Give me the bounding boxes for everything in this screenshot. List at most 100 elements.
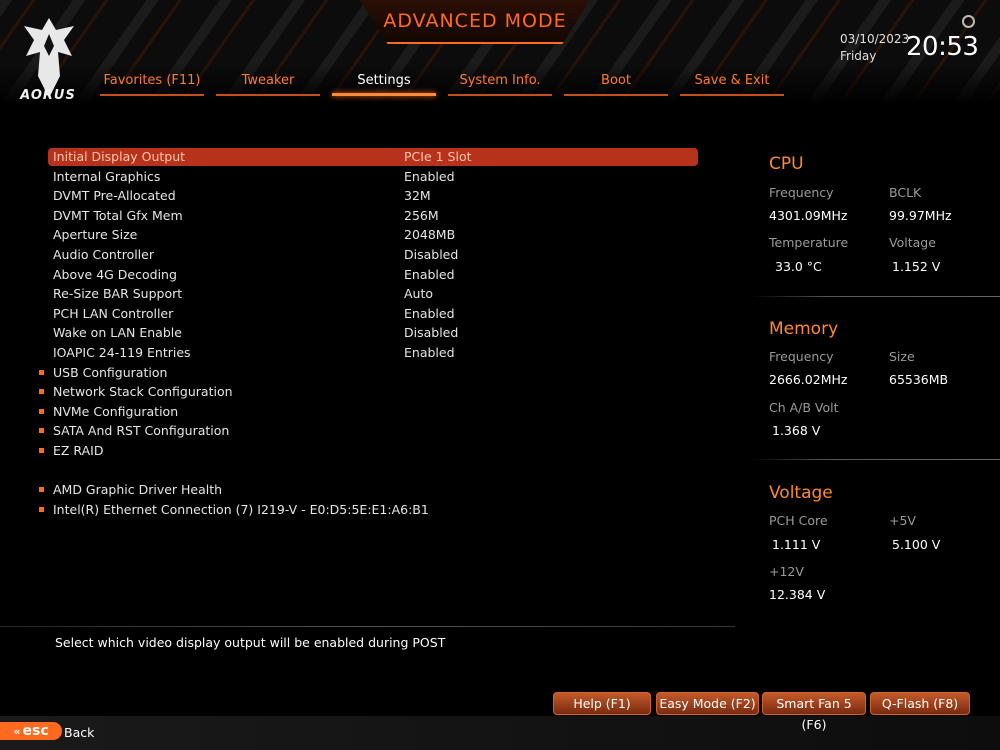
gear-icon[interactable]	[962, 15, 975, 28]
submenu-bullet-icon	[39, 506, 44, 512]
setting-label: Audio Controller	[53, 247, 154, 262]
mode-title: ADVANCED MODE	[383, 10, 567, 32]
cpu-voltage-label: Voltage	[889, 235, 936, 250]
setting-label: Initial Display Output	[53, 149, 186, 164]
cpu-frequency-label: Frequency	[769, 185, 834, 200]
panel-divider	[752, 296, 1000, 297]
tab-boot[interactable]: Boot	[564, 70, 668, 96]
submenu-bullet-icon	[39, 389, 44, 395]
smart-fan-button[interactable]: Smart Fan 5 (F6)	[762, 692, 866, 732]
submenu-intel-ethernet[interactable]: Intel(R) Ethernet Connection (7) I219-V …	[39, 501, 698, 519]
setting-value: Auto	[404, 286, 434, 302]
setting-ioapic-entries[interactable]: IOAPIC 24-119 Entries Enabled	[48, 344, 698, 362]
setting-label: USB Configuration	[53, 364, 168, 380]
tab-favorites[interactable]: Favorites (F11)	[100, 70, 204, 96]
setting-label: Re-Size BAR Support	[53, 286, 183, 302]
esc-button[interactable]: «esc	[0, 722, 62, 740]
memory-volt-label: Ch A/B Volt	[769, 400, 839, 415]
setting-aperture-size[interactable]: Aperture Size 2048MB	[48, 226, 698, 244]
submenu-nvme-configuration[interactable]: NVMe Configuration	[39, 403, 698, 421]
setting-label: DVMT Total Gfx Mem	[53, 207, 183, 223]
setting-label: Intel(R) Ethernet Connection (7) I219-V …	[53, 501, 429, 517]
setting-label: Wake on LAN Enable	[53, 325, 182, 341]
setting-value: Disabled	[404, 325, 459, 341]
tab-save-exit[interactable]: Save & Exit	[680, 70, 784, 96]
submenu-bullet-icon	[39, 369, 44, 375]
memory-frequency-value: 2666.02MHz	[769, 372, 848, 387]
help-divider	[0, 626, 735, 627]
v12-value: 12.384 V	[769, 587, 826, 602]
tab-settings[interactable]: Settings	[332, 70, 436, 96]
setting-resize-bar-support[interactable]: Re-Size BAR Support Auto	[48, 285, 698, 303]
logo-text: AORUS	[20, 88, 76, 103]
submenu-network-stack[interactable]: Network Stack Configuration	[39, 383, 698, 401]
submenu-sata-rst[interactable]: SATA And RST Configuration	[39, 422, 698, 440]
setting-label: DVMT Pre-Allocated	[53, 188, 176, 204]
back-label[interactable]: Back	[64, 725, 94, 740]
v5-label: +5V	[889, 513, 916, 528]
setting-label: Above 4G Decoding	[53, 266, 177, 282]
help-text: Select which video display output will b…	[55, 635, 446, 650]
tab-system-info[interactable]: System Info.	[448, 70, 552, 96]
memory-size-label: Size	[889, 349, 915, 364]
cpu-voltage-value: 1.152 V	[892, 259, 941, 274]
cpu-temperature-value: 33.0 °C	[775, 259, 822, 274]
submenu-bullet-icon	[39, 428, 44, 434]
memory-frequency-label: Frequency	[769, 349, 834, 364]
setting-wake-on-lan[interactable]: Wake on LAN Enable Disabled	[48, 324, 698, 342]
pch-core-value: 1.111 V	[772, 537, 821, 552]
setting-dvmt-total-gfx-mem[interactable]: DVMT Total Gfx Mem 256M	[48, 207, 698, 225]
submenu-ez-raid[interactable]: EZ RAID	[39, 442, 698, 460]
setting-label: AMD Graphic Driver Health	[53, 482, 223, 497]
submenu-bullet-icon	[39, 487, 44, 492]
day-display: Friday	[840, 49, 877, 63]
setting-label: NVMe Configuration	[53, 403, 179, 419]
setting-value: Disabled	[404, 247, 459, 262]
setting-value: Enabled	[404, 305, 455, 321]
setting-audio-controller[interactable]: Audio Controller Disabled	[48, 246, 698, 264]
setting-label: SATA And RST Configuration	[53, 423, 230, 439]
easy-mode-button[interactable]: Easy Mode (F2)	[656, 692, 759, 715]
tab-tweaker[interactable]: Tweaker	[216, 70, 320, 96]
submenu-usb-configuration[interactable]: USB Configuration	[39, 364, 698, 382]
setting-dvmt-pre-allocated[interactable]: DVMT Pre-Allocated 32M	[48, 187, 698, 205]
qflash-button[interactable]: Q-Flash (F8)	[870, 692, 970, 715]
submenu-bullet-icon	[39, 448, 44, 453]
setting-label: PCH LAN Controller	[53, 305, 174, 321]
submenu-bullet-icon	[39, 408, 44, 414]
cpu-frequency-value: 4301.09MHz	[769, 208, 848, 223]
setting-above-4g-decoding[interactable]: Above 4G Decoding Enabled	[48, 266, 698, 284]
help-button[interactable]: Help (F1)	[553, 692, 651, 715]
setting-value: 2048MB	[404, 227, 456, 243]
setting-label: Aperture Size	[53, 227, 138, 243]
date-display: 03/10/2023	[840, 32, 910, 46]
setting-label: EZ RAID	[53, 443, 104, 458]
pch-core-label: PCH Core	[769, 513, 828, 528]
bottom-bar	[0, 716, 1000, 750]
cpu-temperature-label: Temperature	[769, 235, 849, 250]
setting-value: Enabled	[404, 168, 455, 184]
setting-label: Internal Graphics	[53, 168, 161, 184]
memory-size-value: 65536MB	[889, 372, 949, 387]
setting-internal-graphics[interactable]: Internal Graphics Enabled	[48, 168, 698, 186]
setting-label: Network Stack Configuration	[53, 384, 233, 400]
voltage-section-title: Voltage	[769, 483, 833, 503]
submenu-amd-graphic-driver-health[interactable]: AMD Graphic Driver Health	[39, 481, 698, 499]
setting-pch-lan-controller[interactable]: PCH LAN Controller Enabled	[48, 305, 698, 323]
esc-label: esc	[22, 723, 49, 739]
setting-value: PCIe 1 Slot	[404, 149, 472, 164]
cpu-section-title: CPU	[769, 154, 804, 174]
double-chevron-left-icon: «	[13, 725, 21, 738]
setting-value: 32M	[404, 188, 431, 204]
cpu-bclk-label: BCLK	[889, 185, 922, 200]
setting-value: Enabled	[404, 266, 455, 282]
setting-initial-display-output[interactable]: Initial Display Output PCIe 1 Slot	[48, 148, 698, 166]
memory-volt-value: 1.368 V	[772, 423, 821, 438]
cpu-bclk-value: 99.97MHz	[889, 208, 952, 223]
setting-label: IOAPIC 24-119 Entries	[53, 345, 191, 360]
setting-value: 256M	[404, 207, 439, 223]
v5-value: 5.100 V	[892, 537, 941, 552]
time-display: 20:53	[906, 32, 979, 62]
setting-value: Enabled	[404, 345, 455, 360]
v12-label: +12V	[769, 564, 804, 579]
